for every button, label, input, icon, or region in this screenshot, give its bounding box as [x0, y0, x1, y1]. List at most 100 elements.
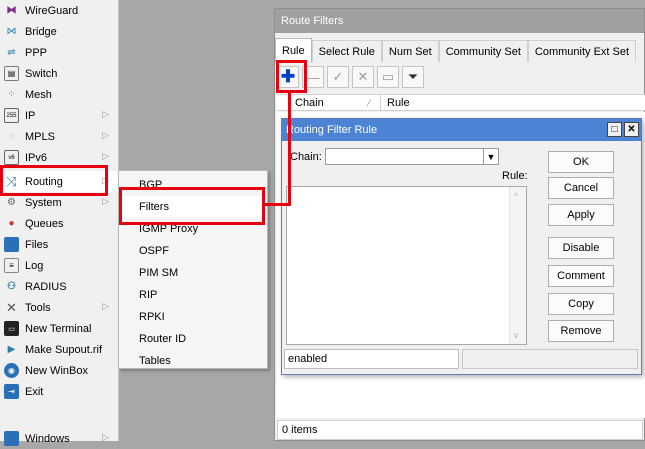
mpls-icon: ◌: [8, 131, 15, 142]
comment-button[interactable]: ▭: [377, 66, 399, 88]
menu-item-files[interactable]: Files: [0, 234, 119, 255]
submenu-arrow-icon: ▷: [102, 109, 109, 119]
check-icon: ✓: [332, 69, 344, 84]
window-title[interactable]: Route Filters: [275, 9, 644, 33]
menu-item-label: Windows: [25, 432, 70, 445]
disable-button[interactable]: ✕: [352, 66, 374, 88]
apply-button[interactable]: Apply: [548, 204, 614, 226]
menu-item-label: WireGuard: [25, 4, 79, 17]
dialog-title-bar[interactable]: Routing Filter Rule □ ✕: [282, 119, 641, 141]
menu-item-label: IPv6: [25, 151, 48, 164]
submenu-item-pim-sm[interactable]: PIM SM: [120, 262, 267, 283]
menu-item-switch[interactable]: ▤ Switch: [0, 63, 119, 84]
column-rule[interactable]: Rule: [381, 97, 410, 109]
close-icon: ✕: [627, 124, 636, 135]
files-icon: [4, 237, 19, 252]
menu-item-make-supout[interactable]: ▶ Make Supout.rif: [0, 339, 119, 360]
submenu-item-router-id[interactable]: Router ID: [120, 328, 267, 349]
rule-textarea[interactable]: ^ v: [286, 186, 527, 345]
submenu-item-label: IGMP Proxy: [139, 222, 199, 235]
scroll-down-icon[interactable]: v: [514, 330, 519, 340]
cross-icon: ✕: [357, 69, 369, 84]
submenu-item-tables[interactable]: Tables: [120, 350, 267, 371]
menu-item-label: Exit: [25, 385, 44, 398]
submenu-item-igmp-proxy[interactable]: IGMP Proxy: [120, 218, 267, 239]
copy-button[interactable]: Copy: [548, 293, 614, 315]
menu-item-queues[interactable]: ● Queues: [0, 213, 119, 234]
menu-item-mesh[interactable]: ⁘ Mesh: [0, 84, 119, 105]
submenu-item-label: OSPF: [139, 244, 169, 257]
plus-icon: ✚: [280, 67, 296, 86]
menu-item-radius[interactable]: ⚇ RADIUS: [0, 276, 119, 297]
menu-item-ppp[interactable]: ⇌ PPP: [0, 42, 119, 63]
menu-item-label: Switch: [25, 67, 58, 80]
maximize-button[interactable]: □: [607, 122, 622, 137]
wireguard-icon: ⧓: [6, 5, 17, 16]
tab-num-set[interactable]: Num Set: [381, 40, 439, 62]
menu-item-label: Files: [25, 238, 49, 251]
menu-item-routing[interactable]: ⤨ Routing ▷: [0, 171, 119, 192]
submenu-item-filters[interactable]: Filters: [120, 196, 267, 217]
enable-button[interactable]: ✓: [327, 66, 349, 88]
routing-filter-rule-dialog: Routing Filter Rule □ ✕ Chain: ▼ Rule: ^…: [281, 118, 642, 375]
submenu-arrow-icon: ▷: [102, 432, 109, 442]
queues-icon: ●: [8, 218, 15, 229]
comment-button[interactable]: Comment: [548, 265, 614, 287]
menu-item-label: New WinBox: [25, 364, 88, 377]
exit-icon: ⇥: [4, 384, 19, 399]
ip-icon: 255: [4, 108, 19, 123]
menu-item-new-terminal[interactable]: ▭ New Terminal: [0, 318, 119, 339]
submenu-item-rpki[interactable]: RPKI: [120, 306, 267, 327]
dialog-status: enabled: [284, 349, 459, 369]
menu-item-log[interactable]: ≡ Log: [0, 255, 119, 276]
submenu-item-rip[interactable]: RIP: [120, 284, 267, 305]
chain-dropdown-button[interactable]: ▼: [483, 148, 499, 165]
chain-input[interactable]: [325, 148, 499, 165]
menu-item-system[interactable]: ⚙ System ▷: [0, 192, 119, 213]
submenu-item-label: Filters: [139, 200, 169, 213]
ipv6-icon: v6: [4, 150, 19, 165]
log-icon: ≡: [4, 258, 19, 273]
tab-community-ext-set[interactable]: Community Ext Set: [527, 40, 637, 62]
bridge-icon: ⋈: [6, 26, 17, 37]
tab-select-rule[interactable]: Select Rule: [311, 40, 382, 62]
submenu-item-bgp[interactable]: BGP: [120, 174, 267, 195]
tab-rule[interactable]: Rule: [275, 38, 312, 62]
close-button[interactable]: ✕: [624, 122, 639, 137]
main-menu: ⧓ WireGuard ⋈ Bridge ⇌ PPP ▤ Switch ⁘ Me…: [0, 0, 119, 446]
filter-button[interactable]: ⏷: [402, 66, 424, 88]
ok-button[interactable]: OK: [548, 151, 614, 173]
submenu-arrow-icon: ▷: [102, 301, 109, 311]
terminal-icon: ▭: [4, 321, 19, 336]
menu-item-label: New Terminal: [25, 322, 92, 335]
remove-button[interactable]: —: [302, 66, 324, 88]
cancel-button[interactable]: Cancel: [548, 177, 614, 199]
menu-item-new-winbox[interactable]: ◉ New WinBox: [0, 360, 119, 381]
column-chain[interactable]: Chain ⁄: [277, 95, 381, 110]
tools-icon: ✕: [6, 299, 17, 315]
menu-item-bridge[interactable]: ⋈ Bridge: [0, 21, 119, 42]
menu-item-ipv6[interactable]: v6 IPv6 ▷: [0, 147, 119, 168]
add-button[interactable]: ✚: [277, 66, 299, 88]
toolbar: ✚ — ✓ ✕ ▭ ⏷: [277, 66, 427, 92]
remove-button[interactable]: Remove: [548, 320, 614, 342]
note-icon: ▭: [381, 69, 395, 84]
scroll-up-icon[interactable]: ^: [514, 191, 518, 201]
rule-scrollbar[interactable]: ^ v: [509, 187, 526, 344]
sort-icon: ⁄: [368, 97, 370, 108]
menu-item-ip[interactable]: 255 IP ▷: [0, 105, 119, 126]
submenu-item-ospf[interactable]: OSPF: [120, 240, 267, 261]
menu-item-windows[interactable]: Windows ▷: [0, 428, 119, 449]
submenu-arrow-icon: ▷: [102, 130, 109, 140]
menu-item-mpls[interactable]: ◌ MPLS ▷: [0, 126, 119, 147]
supout-icon: ▶: [7, 344, 16, 355]
menu-item-exit[interactable]: ⇥ Exit: [0, 381, 119, 402]
items-count: 0 items: [277, 420, 643, 440]
menu-item-tools[interactable]: ✕ Tools ▷: [0, 297, 119, 318]
menu-item-wireguard[interactable]: ⧓ WireGuard: [0, 0, 119, 21]
rule-label: Rule:: [502, 170, 528, 182]
tab-community-set[interactable]: Community Set: [438, 40, 528, 62]
disable-button[interactable]: Disable: [548, 237, 614, 259]
menu-item-label: Log: [25, 259, 44, 272]
menu-item-label: Routing: [25, 175, 63, 188]
